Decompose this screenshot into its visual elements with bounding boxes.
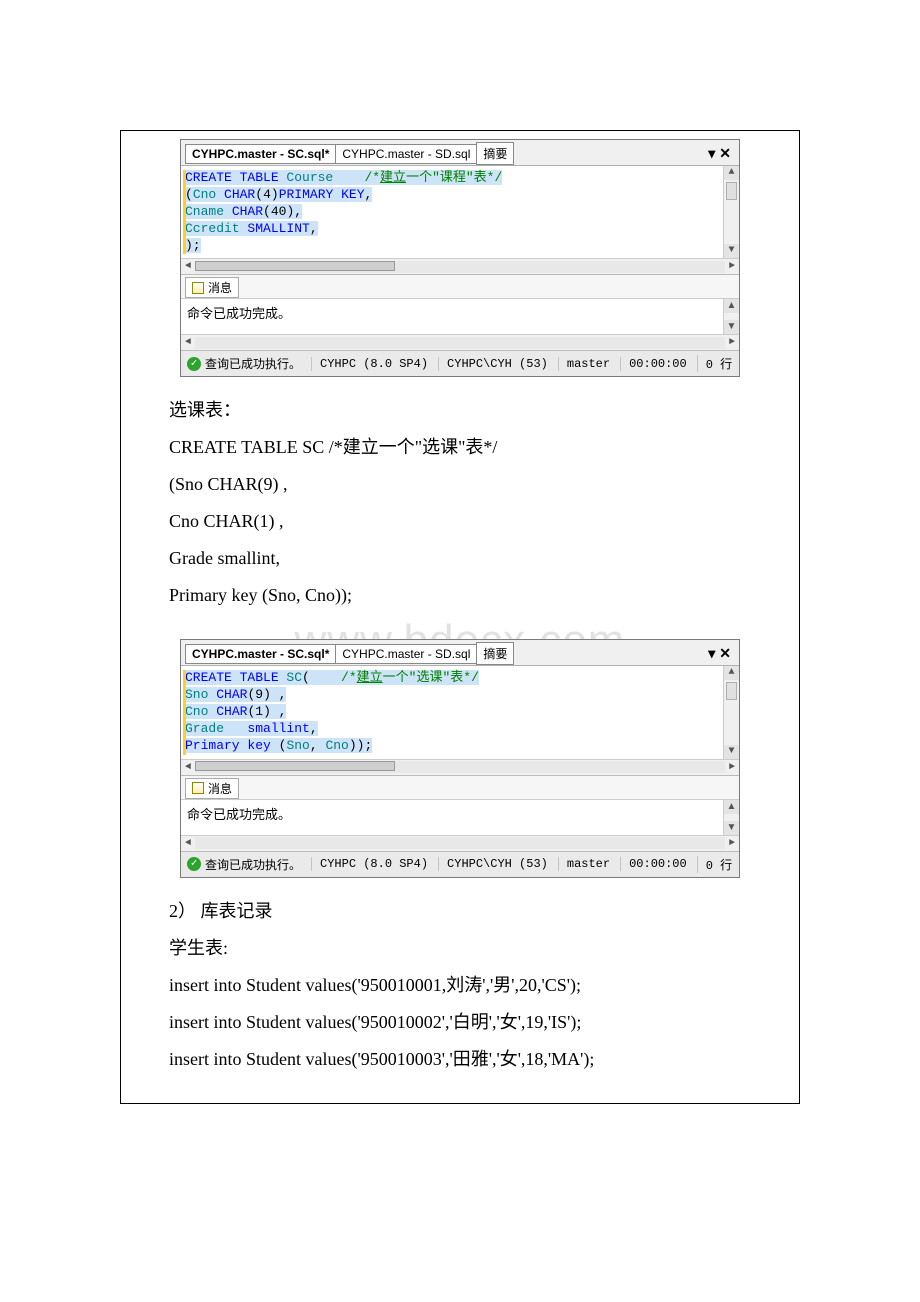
message-tab-row: 消息 [181, 775, 739, 799]
text-grade: Grade smallint, [169, 545, 787, 572]
message-text: 命令已成功完成。 [187, 807, 291, 822]
text-student-heading: 学生表: [169, 935, 787, 962]
scroll-up-icon[interactable]: ▲ [724, 299, 739, 313]
scroll-down-icon[interactable]: ▼ [724, 745, 739, 759]
status-text: 查询已成功执行。 [205, 856, 301, 873]
text-insert-3: insert into Student values('950010003','… [169, 1046, 787, 1073]
code-line: Sno CHAR(9) , [185, 687, 717, 704]
status-db: master [558, 357, 610, 371]
scroll-thumb[interactable] [726, 682, 737, 700]
message-tab-label: 消息 [208, 279, 232, 296]
sql-window-2: CYHPC.master - SC.sql* CYHPC.master - SD… [180, 639, 740, 877]
message-tab[interactable]: 消息 [185, 778, 239, 799]
status-rows: 0 行 [697, 856, 732, 873]
tab-sd-sql[interactable]: CYHPC.master - SD.sql [335, 144, 477, 164]
dropdown-icon[interactable]: ▾ [708, 145, 715, 162]
tab-bar: CYHPC.master - SC.sql* CYHPC.master - SD… [181, 640, 739, 666]
status-bar: ✓ 查询已成功执行。 CYHPC (8.0 SP4) CYHPC\CYH (53… [181, 350, 739, 376]
scroll-down-icon[interactable]: ▼ [724, 244, 739, 258]
message-pane: 命令已成功完成。 ▲ ▼ [181, 298, 739, 334]
code-editor[interactable]: CREATE TABLE SC( /*建立一个"选课"表*/Sno CHAR(9… [181, 666, 739, 758]
code-lines: CREATE TABLE SC( /*建立一个"选课"表*/Sno CHAR(9… [185, 670, 737, 754]
check-icon: ✓ [187, 857, 201, 871]
vertical-scrollbar[interactable]: ▲ ▼ [723, 666, 739, 758]
text-cno: Cno CHAR(1) , [169, 508, 787, 535]
message-tab[interactable]: 消息 [185, 277, 239, 298]
close-icon[interactable]: ✕ [719, 145, 731, 162]
vertical-scrollbar[interactable]: ▲ ▼ [723, 166, 739, 258]
status-server: CYHPC (8.0 SP4) [311, 857, 428, 871]
status-server: CYHPC (8.0 SP4) [311, 357, 428, 371]
msg-horizontal-scrollbar[interactable]: ◄ ► [181, 334, 739, 350]
text-sno: (Sno CHAR(9) , [169, 471, 787, 498]
code-editor[interactable]: CREATE TABLE Course /*建立一个"课程"表*/(Cno CH… [181, 166, 739, 258]
text-create-sc: CREATE TABLE SC /*建立一个"选课"表*/ [169, 434, 787, 461]
code-line: CREATE TABLE SC( /*建立一个"选课"表*/ [185, 670, 717, 687]
code-line: Cname CHAR(40), [185, 204, 717, 221]
message-pane: 命令已成功完成。 ▲ ▼ [181, 799, 739, 835]
scroll-up-icon[interactable]: ▲ [724, 166, 739, 180]
message-tab-row: 消息 [181, 274, 739, 298]
text-insert-1: insert into Student values('950010001,刘涛… [169, 972, 787, 999]
scroll-up-icon[interactable]: ▲ [724, 666, 739, 680]
tab-summary[interactable]: 摘要 [476, 642, 514, 665]
scroll-left-icon[interactable]: ◄ [181, 337, 195, 348]
code-line: Primary key (Sno, Cno)); [185, 738, 717, 755]
status-bar: ✓ 查询已成功执行。 CYHPC (8.0 SP4) CYHPC\CYH (53… [181, 851, 739, 877]
dropdown-icon[interactable]: ▾ [708, 645, 715, 662]
scroll-right-icon[interactable]: ► [725, 337, 739, 348]
scroll-right-icon[interactable]: ► [725, 838, 739, 849]
horizontal-scrollbar[interactable]: ◄ ► [181, 759, 739, 775]
close-icon[interactable]: ✕ [719, 645, 731, 662]
text-insert-2: insert into Student values('950010002','… [169, 1009, 787, 1036]
scroll-right-icon[interactable]: ► [725, 762, 739, 773]
status-text: 查询已成功执行。 [205, 355, 301, 372]
check-icon: ✓ [187, 357, 201, 371]
code-line: Grade smallint, [185, 721, 717, 738]
scroll-down-icon[interactable]: ▼ [724, 320, 739, 334]
code-line: ); [185, 238, 717, 255]
code-line: Cno CHAR(1) , [185, 704, 717, 721]
document-icon [192, 782, 204, 794]
tab-sc-sql[interactable]: CYHPC.master - SC.sql* [185, 144, 336, 164]
text-pk: Primary key (Sno, Cno)); [169, 582, 787, 609]
gutter-marker [183, 670, 186, 754]
scroll-left-icon[interactable]: ◄ [181, 261, 195, 272]
code-line: (Cno CHAR(4)PRIMARY KEY, [185, 187, 717, 204]
code-line: CREATE TABLE Course /*建立一个"课程"表*/ [185, 170, 717, 187]
scroll-left-icon[interactable]: ◄ [181, 762, 195, 773]
code-line: Ccredit SMALLINT, [185, 221, 717, 238]
hscroll-thumb[interactable] [195, 761, 395, 771]
document-icon [192, 282, 204, 294]
hscroll-thumb[interactable] [195, 261, 395, 271]
horizontal-scrollbar[interactable]: ◄ ► [181, 258, 739, 274]
msg-vertical-scrollbar[interactable]: ▲ ▼ [723, 299, 739, 334]
message-text: 命令已成功完成。 [187, 306, 291, 321]
message-tab-label: 消息 [208, 780, 232, 797]
status-rows: 0 行 [697, 355, 732, 372]
msg-horizontal-scrollbar[interactable]: ◄ ► [181, 835, 739, 851]
msg-vertical-scrollbar[interactable]: ▲ ▼ [723, 800, 739, 835]
gutter-marker [183, 170, 186, 254]
status-user: CYHPC\CYH (53) [438, 857, 548, 871]
status-time: 00:00:00 [620, 857, 687, 871]
tab-summary[interactable]: 摘要 [476, 142, 514, 165]
text-section-2: 2） 库表记录 [169, 898, 787, 925]
status-time: 00:00:00 [620, 357, 687, 371]
scroll-up-icon[interactable]: ▲ [724, 800, 739, 814]
tab-sc-sql[interactable]: CYHPC.master - SC.sql* [185, 644, 336, 664]
tab-bar: CYHPC.master - SC.sql* CYHPC.master - SD… [181, 140, 739, 166]
status-user: CYHPC\CYH (53) [438, 357, 548, 371]
code-lines: CREATE TABLE Course /*建立一个"课程"表*/(Cno CH… [185, 170, 737, 254]
scroll-right-icon[interactable]: ► [725, 261, 739, 272]
tab-sd-sql[interactable]: CYHPC.master - SD.sql [335, 644, 477, 664]
scroll-left-icon[interactable]: ◄ [181, 838, 195, 849]
document-frame: www.bdocx.com CYHPC.master - SC.sql* CYH… [120, 130, 800, 1104]
scroll-thumb[interactable] [726, 182, 737, 200]
status-db: master [558, 857, 610, 871]
scroll-down-icon[interactable]: ▼ [724, 821, 739, 835]
text-xuanke-heading: 选课表： [169, 397, 787, 424]
sql-window-1: CYHPC.master - SC.sql* CYHPC.master - SD… [180, 139, 740, 377]
